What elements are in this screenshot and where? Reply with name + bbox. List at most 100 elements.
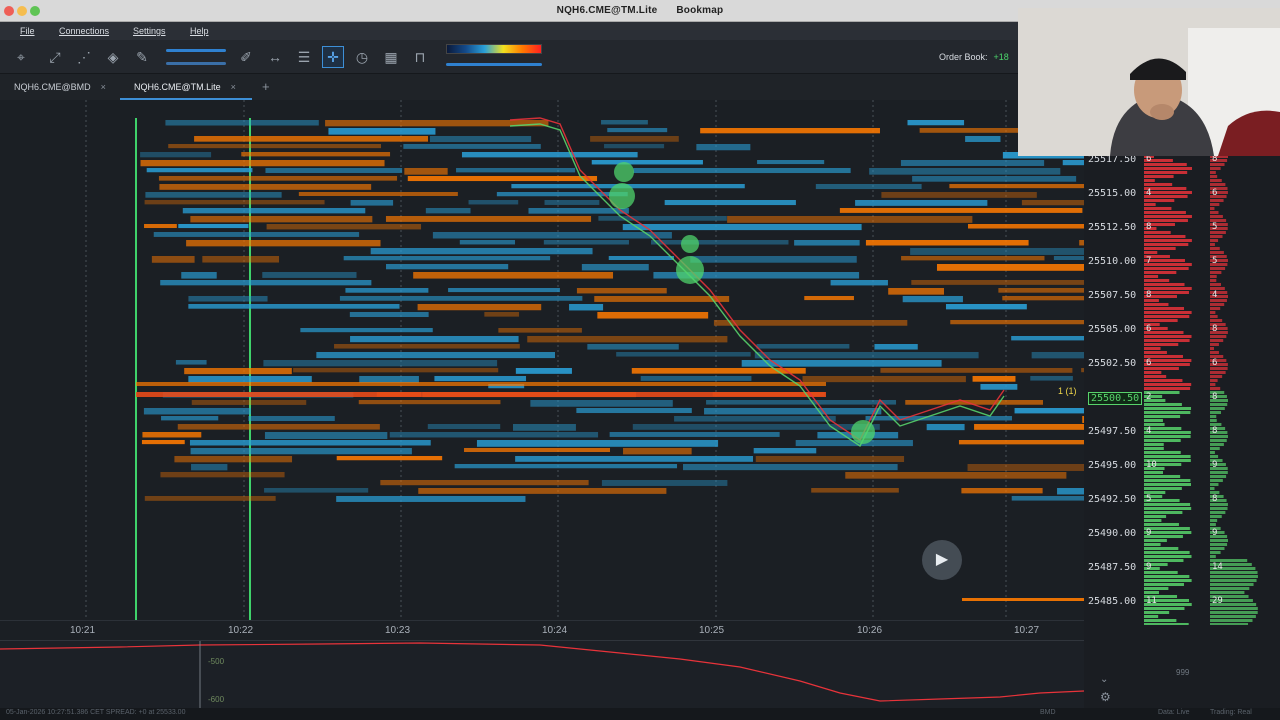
menu-settings[interactable]: Settings (133, 26, 166, 36)
liquidity-band (609, 432, 780, 437)
ladder-ask-size: 6 (1212, 188, 1218, 198)
ladder-ask-size: 29 (1212, 596, 1223, 606)
bid-volume-bar (1144, 519, 1162, 522)
volume-profile-bar (1210, 315, 1218, 318)
liquidity-band (434, 376, 527, 382)
lock-icon[interactable]: ⊓ (410, 47, 430, 67)
pencil-icon[interactable]: ✎ (132, 47, 152, 67)
ladder-price: 25492.50 (1088, 494, 1137, 505)
share-icon[interactable]: ⤢ (45, 47, 65, 67)
tab-label: NQH6.CME@BMD (14, 82, 91, 92)
ladder-price: 25510.00 (1088, 256, 1137, 267)
liquidity-band (974, 424, 1084, 430)
liquidity-band (336, 456, 443, 461)
ladder-price: 25502.50 (1088, 358, 1137, 369)
clock-icon[interactable]: ◷ (352, 47, 372, 67)
volume-profile-bar (1210, 515, 1222, 518)
ladder-bid-size: 9 (1146, 562, 1152, 572)
tab-nqh6-tm-lite[interactable]: NQH6.CME@TM.Lite × (120, 74, 252, 100)
close-icon[interactable]: × (101, 82, 106, 92)
ruler-icon[interactable]: ↔ (265, 47, 285, 67)
liquidity-band (264, 488, 369, 493)
volume-profile-bar (1210, 335, 1227, 338)
menu-help[interactable]: Help (190, 26, 209, 36)
liquidity-band (188, 376, 312, 383)
ladder-ask-size: 14 (1212, 562, 1223, 572)
liquidity-band (385, 216, 592, 222)
ask-volume-bar (1144, 339, 1190, 342)
liquidity-band (175, 360, 207, 365)
liquidity-band (1002, 296, 1084, 301)
webcam-overlay (1018, 8, 1280, 156)
volume-profile-bar (1210, 523, 1216, 526)
opacity-slider[interactable] (166, 49, 226, 52)
liquidity-band (958, 440, 1084, 445)
liquidity-band (1011, 336, 1084, 341)
liquidity-band (427, 424, 501, 430)
ladder-bid-size: 9 (1146, 528, 1152, 538)
liquidity-band (581, 264, 649, 271)
volume-profile-bar (1210, 199, 1224, 202)
bid-volume-bar (1144, 587, 1169, 590)
liquidity-band (664, 200, 796, 206)
ask-volume-bar (1144, 279, 1170, 282)
liquidity-band (141, 440, 185, 445)
play-icon[interactable]: ▶ (922, 540, 962, 580)
heatmap-chart[interactable]: 1 (1) ▶ (0, 100, 1084, 620)
bid-volume-bar (1144, 611, 1170, 614)
liquidity-band (811, 488, 899, 493)
ask-volume-bar (1144, 203, 1156, 206)
liquidity-band (189, 440, 431, 446)
liquidity-band (950, 320, 1084, 325)
crosshair-icon[interactable]: ⌖ (11, 47, 31, 67)
heatmap-icon[interactable]: ▦ (381, 47, 401, 67)
time-tick: 10:26 (857, 625, 883, 636)
liquidity-band (830, 280, 888, 286)
volume-profile-bar (1210, 555, 1216, 558)
liquidity-band (594, 296, 730, 302)
liquidity-band (194, 136, 429, 142)
bid-volume-bar (1144, 447, 1164, 450)
liquidity-band (298, 192, 458, 197)
liquidity-band (936, 264, 1084, 271)
liquidity-band (404, 168, 448, 175)
volume-profile-bar (1210, 311, 1216, 314)
time-tick: 10:22 (228, 625, 254, 636)
liquidity-band (601, 120, 648, 125)
menu-connections[interactable]: Connections (59, 26, 109, 36)
ladder-ask-size: 4 (1212, 290, 1218, 300)
ask-volume-bar (1144, 199, 1175, 202)
heatmap-threshold-slider[interactable] (446, 63, 542, 66)
close-icon[interactable]: × (231, 82, 236, 92)
cvd-indicator-panel[interactable]: -500 -600 (0, 640, 1085, 711)
volume-profile-bar (1210, 179, 1222, 182)
volume-profile-bar (1210, 203, 1220, 206)
pencil-icon[interactable]: ✐ (236, 47, 256, 67)
heatmap-color-scale[interactable] (446, 44, 542, 54)
liquidity-band (623, 448, 692, 455)
liquidity-band (900, 160, 1045, 166)
liquidity-band (350, 200, 394, 206)
ladder-settings-icon[interactable]: ⚙ (1100, 690, 1111, 704)
tab-nqh6-bmd[interactable]: NQH6.CME@BMD × (0, 74, 118, 100)
status-trading: Trading: Real (1210, 709, 1252, 716)
chevron-down-icon[interactable]: ⌄ (1100, 674, 1108, 685)
comment-icon[interactable]: ☰ (294, 47, 314, 67)
settings-diamond-icon[interactable]: ◈ (103, 47, 123, 67)
liquidity-band (616, 352, 751, 357)
liquidity-band (1057, 488, 1084, 495)
liquidity-band (143, 408, 251, 415)
add-tab-button[interactable]: + (262, 79, 270, 94)
liquidity-band (907, 120, 965, 126)
status-bar: 05-Jan-2026 10:27:51.386 CET SPREAD: +0 … (0, 708, 1280, 720)
chart-icon[interactable]: ⋰ (74, 47, 94, 67)
liquidity-band (349, 312, 429, 318)
liquidity-band (293, 368, 499, 373)
menu-file[interactable]: File (20, 26, 35, 36)
cursor-icon[interactable]: ✛ (322, 46, 344, 68)
liquidity-band (190, 216, 373, 223)
volume-profile-bar (1210, 383, 1216, 386)
contrast-slider[interactable] (166, 62, 226, 65)
liquidity-band (159, 184, 372, 190)
price-ladder[interactable]: 25517.50 6 8 25515.00 4 6 25512.50 8 5 25510.00 7 5… (1084, 154, 1280, 626)
